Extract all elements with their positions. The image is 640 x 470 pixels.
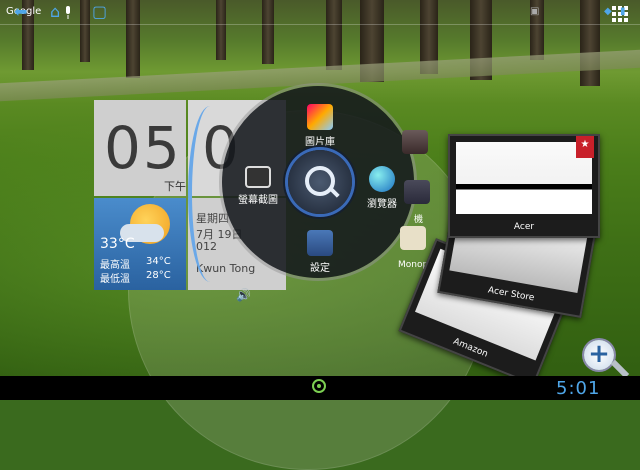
low-label: 最低溫 bbox=[100, 274, 130, 285]
top-divider bbox=[0, 24, 640, 25]
weather-panel[interactable]: 33°C 最高溫 34°C 最低溫 28°C bbox=[94, 198, 186, 290]
mic-icon[interactable] bbox=[64, 5, 72, 19]
camera-icon[interactable] bbox=[402, 130, 428, 154]
high-temp: 34°C bbox=[146, 256, 171, 267]
high-label: 最高溫 bbox=[100, 260, 130, 271]
recent-apps-button[interactable]: ▢ bbox=[92, 0, 107, 24]
back-button[interactable]: ⬅ bbox=[14, 0, 27, 24]
radial-item-settings[interactable]: 設定 bbox=[290, 230, 350, 274]
gallery-icon bbox=[307, 104, 333, 130]
low-temp: 28°C bbox=[146, 270, 171, 281]
zoom-plus-button[interactable]: + bbox=[584, 340, 614, 370]
browser-globe-icon bbox=[369, 166, 395, 192]
status-time[interactable]: 5:01 bbox=[556, 378, 600, 399]
battery-icon: ▮ bbox=[620, 6, 626, 17]
monopoly-icon[interactable] bbox=[400, 226, 426, 250]
radial-item-browser[interactable]: 瀏覽器 bbox=[352, 166, 412, 210]
radial-item-screenshot-label: 螢幕截圖 bbox=[238, 195, 278, 206]
settings-icon bbox=[307, 230, 333, 256]
current-temp: 33°C bbox=[100, 236, 135, 252]
side-icon-label-1: 機 bbox=[414, 215, 424, 225]
radial-item-gallery[interactable]: 圖片庫 bbox=[290, 104, 350, 148]
radial-item-gallery-label: 圖片庫 bbox=[305, 137, 335, 148]
radial-item-browser-label: 瀏覽器 bbox=[367, 199, 397, 210]
clock-hour: 05 bbox=[104, 114, 182, 182]
card-label-acer: Acer bbox=[513, 222, 535, 232]
app-icon[interactable] bbox=[404, 180, 430, 204]
clock-ampm: 下午 bbox=[164, 180, 186, 193]
screenshot-icon bbox=[245, 166, 271, 188]
home-button[interactable]: ⌂ bbox=[50, 0, 60, 24]
speaker-icon[interactable]: 🔊 bbox=[236, 288, 251, 302]
radial-item-screenshot[interactable]: 螢幕截圖 bbox=[228, 166, 288, 206]
favorite-ribbon[interactable]: ★ bbox=[576, 136, 594, 158]
recent-card-acer[interactable]: ★ Acer bbox=[448, 134, 600, 238]
launcher-ring-button[interactable] bbox=[312, 379, 326, 393]
radial-item-settings-label: 設定 bbox=[310, 263, 330, 274]
gallery-notification-icon[interactable]: ▣ bbox=[530, 0, 539, 24]
wifi-icon: ◆ bbox=[604, 6, 612, 17]
